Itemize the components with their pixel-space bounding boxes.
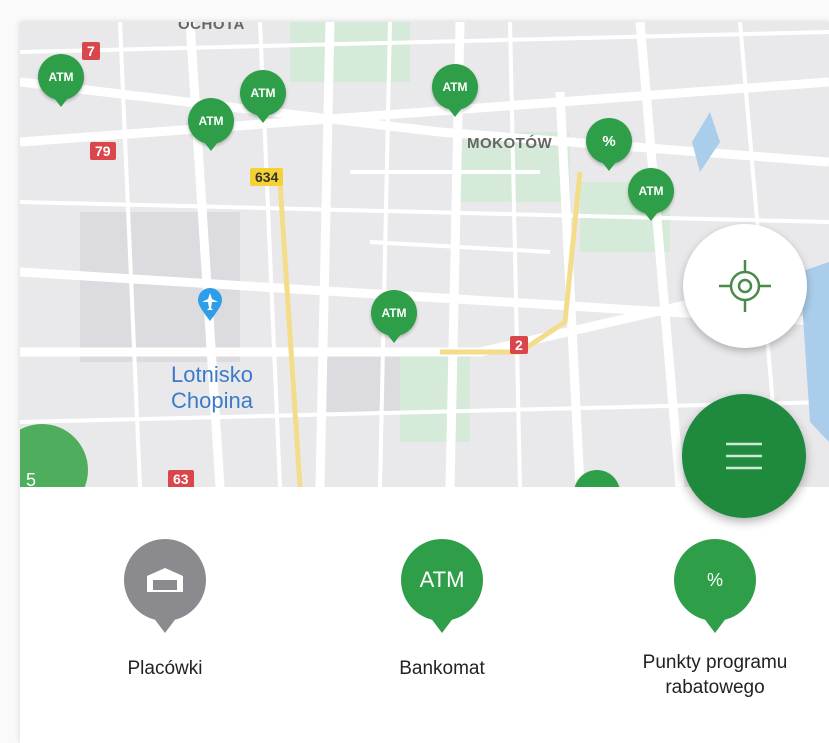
road-shield: 2 — [510, 336, 528, 354]
discount-pin[interactable]: % — [586, 118, 632, 171]
legend-label-discount-line2: rabatowego — [665, 676, 765, 698]
atm-pin[interactable]: ATM — [371, 290, 417, 343]
road-shield: 63 — [168, 470, 194, 487]
atm-icon: ATM — [401, 539, 483, 633]
district-label-ochota: OCHOTA — [178, 22, 245, 33]
district-label-mokotow: MOKOTÓW — [467, 135, 553, 152]
app-screen: OCHOTA MOKOTÓW 7 79 634 2 63 Lotnisko Ch… — [20, 22, 829, 743]
legend-item-discount[interactable]: % Punkty programu rabatowego — [600, 539, 829, 700]
legend-label-discount: Punkty programu rabatowego — [600, 651, 829, 700]
legend-label-discount-line1: Punkty programu — [642, 652, 788, 673]
atm-pin[interactable]: ATM — [432, 64, 478, 117]
atm-pin[interactable]: ATM — [188, 98, 234, 151]
bank-branch-icon — [124, 539, 206, 633]
legend-label-atm: Bankomat — [399, 658, 485, 679]
cluster-count: 5 — [26, 470, 37, 487]
discount-icon: % — [674, 539, 756, 633]
atm-icon-text: ATM — [419, 567, 465, 592]
airport-label-line2: Chopina — [171, 388, 253, 414]
legend-label-branches: Placówki — [127, 658, 203, 679]
road-shield: 634 — [250, 168, 284, 186]
atm-pin[interactable]: ATM — [240, 70, 286, 123]
airport-icon[interactable] — [196, 288, 224, 322]
atm-pin[interactable]: ATM — [628, 168, 674, 221]
airport-label: Lotnisko Chopina — [142, 362, 282, 415]
menu-button[interactable] — [682, 394, 806, 518]
legend-item-atm[interactable]: ATM Bankomat — [342, 539, 542, 682]
atm-pin[interactable]: ATM — [38, 54, 84, 107]
crosshair-icon — [719, 260, 771, 312]
road-shield: 79 — [90, 142, 116, 160]
road-shield: 7 — [82, 42, 100, 60]
map-legend: Placówki ATM Bankomat % Punkty programu … — [20, 487, 829, 743]
locate-me-button[interactable] — [683, 224, 807, 348]
legend-item-branches[interactable]: Placówki — [65, 539, 265, 682]
airport-label-line1: Lotnisko — [171, 362, 253, 387]
discount-icon-text: % — [706, 569, 723, 590]
app-frame: OCHOTA MOKOTÓW 7 79 634 2 63 Lotnisko Ch… — [0, 0, 829, 743]
hamburger-icon — [726, 442, 762, 470]
